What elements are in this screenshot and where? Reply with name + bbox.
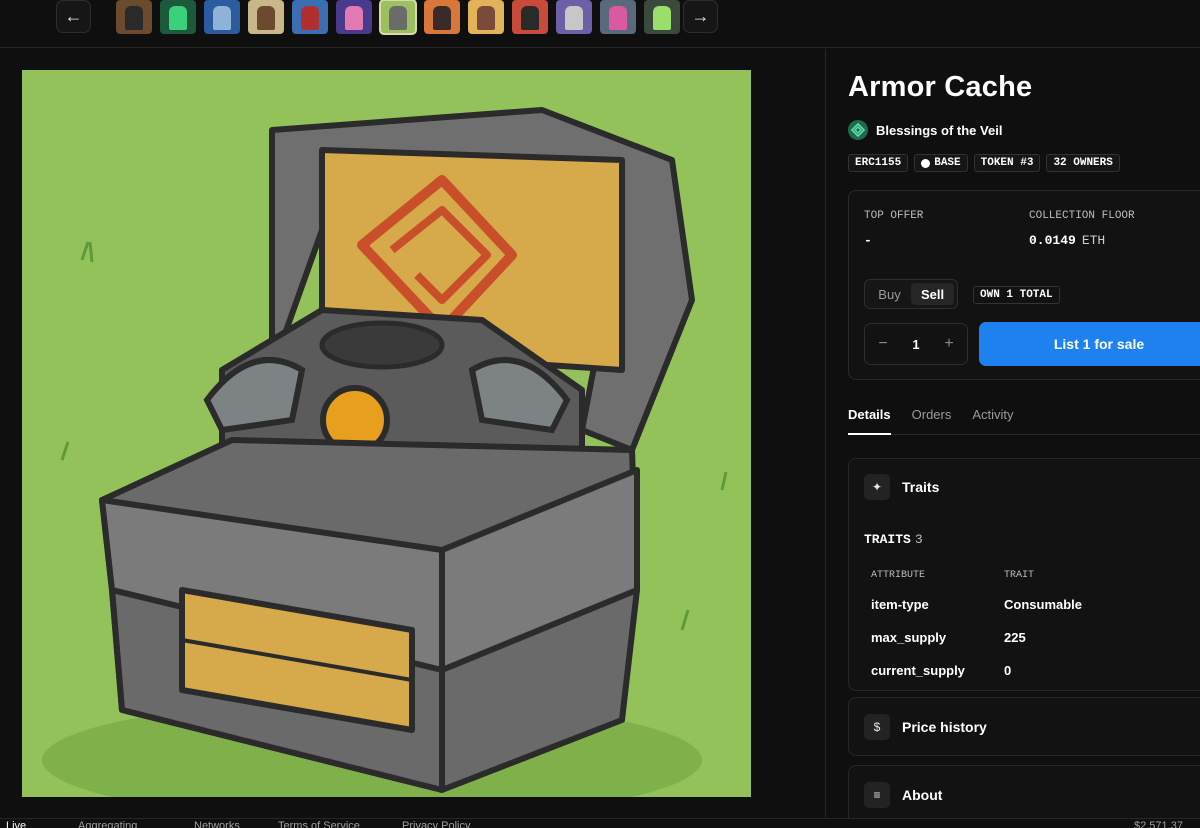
next-button[interactable]: → [683,0,718,33]
buy-sell-toggle: Buy Sell [864,279,958,309]
privacy-link[interactable]: Privacy Policy [402,820,470,828]
eth-price: $2,571.37 [1134,820,1183,828]
thumbnail-figure [125,6,143,30]
thumbnail-item[interactable] [160,0,196,34]
thumbnail-figure [257,6,275,30]
traits-count-number: 3 [914,532,923,547]
thumbnail-item[interactable] [512,0,548,34]
thumbnail-bar: ← → [0,0,1200,48]
list-for-sale-button[interactable]: List 1 for sale [979,322,1200,366]
floor-unit: ETH [1081,233,1106,248]
tab-activity[interactable]: Activity [972,399,1013,435]
thumbnail-figure [521,6,539,30]
traits-count: TRAITS 3 [864,532,923,547]
collection-name: Blessings of the Veil [876,122,1003,138]
collection-link[interactable]: Blessings of the Veil [848,120,1002,140]
token-standard-badge: ERC1155 [848,154,909,172]
thumbnail-item[interactable] [248,0,284,34]
attribute-column-header: ATTRIBUTE [871,570,926,581]
price-history-panel: $ Price history [848,697,1200,756]
trait-value: Consumable [1004,597,1083,612]
traits-panel: ✦ Traits TRAITS 3 ATTRIBUTE TRAIT item-ty… [848,458,1200,691]
tab-details[interactable]: Details [848,399,891,435]
thumbnail-figure [433,6,451,30]
arrow-left-icon: ← [64,6,83,26]
aggregating-status[interactable]: Aggregating [78,820,137,828]
about-panel: ≡ About [848,765,1200,818]
base-chain-icon [921,158,931,168]
thumbnail-item[interactable] [644,0,680,34]
traits-count-label: TRAITS [864,532,911,547]
owned-count-badge: OWN 1 TOTAL [973,286,1060,304]
thumbnail-figure [345,6,363,30]
trait-value: 225 [1004,630,1026,645]
top-offer-value: - [864,233,872,248]
sell-tab[interactable]: Sell [911,283,954,305]
armor-chest-illustration [22,70,751,797]
buy-tab[interactable]: Buy [868,283,911,305]
thumbnail-strip [116,0,680,35]
thumbnail-figure [213,6,231,30]
collection-floor-label: COLLECTION FLOOR [1029,210,1135,222]
traits-header[interactable]: ✦ Traits [864,474,939,500]
thumbnail-item[interactable] [204,0,240,34]
about-header[interactable]: ≡ About [864,782,942,808]
document-icon: ≡ [864,782,890,808]
details-pane: Armor Cache Blessings of the Veil ERC115… [826,49,1200,818]
sparkle-icon: ✦ [864,474,890,500]
thumbnail-figure [301,6,319,30]
owners-badge: 32 OWNERS [1046,154,1120,172]
trait-value: 0 [1004,663,1012,678]
thumbnail-figure [389,6,407,30]
thumbnail-item[interactable] [336,0,372,34]
thumbnail-figure [609,6,627,30]
trade-card: TOP OFFER - COLLECTION FLOOR 0.0149 ETH B… [848,190,1200,380]
thumbnail-figure [477,6,495,30]
item-title: Armor Cache [848,71,1033,103]
trait-attribute: item-type [871,597,929,612]
traits-heading: Traits [902,479,940,495]
price-history-heading: Price history [902,719,987,735]
detail-tabs: Details Orders Activity [848,399,1200,435]
thumbnail-item[interactable] [116,0,152,34]
nft-artwork [22,70,751,797]
trait-attribute: current_supply [871,663,965,678]
thumbnail-figure [653,6,671,30]
thumbnail-item[interactable] [424,0,460,34]
thumbnail-item[interactable] [292,0,328,34]
thumbnail-figure [169,6,187,30]
prev-button[interactable]: ← [56,0,91,33]
increment-button[interactable]: + [941,335,957,353]
thumbnail-item[interactable] [600,0,636,34]
thumbnail-figure [565,6,583,30]
trait-column-header: TRAIT [1004,570,1035,581]
artwork-pane [0,49,826,818]
live-status: Live [6,820,27,828]
arrow-right-icon: → [691,6,710,26]
top-offer-label: TOP OFFER [864,210,924,222]
chain-name: BASE [934,157,961,169]
quantity-stepper: − 1 + [864,323,968,365]
terms-link[interactable]: Terms of Service [278,820,360,828]
collection-logo-icon [848,120,868,140]
token-id-badge: TOKEN #3 [973,154,1041,172]
dollar-icon: $ [864,714,890,740]
chain-badge: BASE [914,154,968,172]
tab-orders[interactable]: Orders [912,399,952,435]
networks-link[interactable]: Networks [194,820,240,828]
badge-row: ERC1155 BASE TOKEN #3 32 OWNERS [848,154,1120,172]
thumbnail-item[interactable] [556,0,592,34]
decrement-button[interactable]: − [875,335,891,353]
collection-floor-value: 0.0149 ETH [1029,233,1105,248]
price-history-header[interactable]: $ Price history [864,714,987,740]
status-footer: Live Aggregating Networks Terms of Servi… [0,818,1200,828]
trait-attribute: max_supply [871,630,947,645]
thumbnail-item[interactable] [468,0,504,34]
thumbnail-item[interactable] [379,0,417,35]
about-heading: About [902,787,943,803]
floor-amount: 0.0149 [1029,233,1076,248]
quantity-value[interactable]: 1 [912,337,919,352]
